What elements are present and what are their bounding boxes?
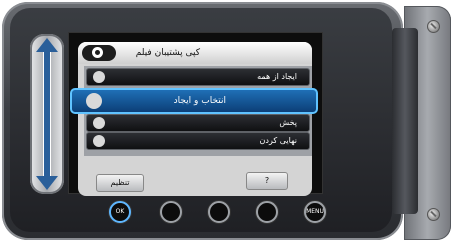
menu-item-finalize[interactable]: نهایی کردن — [86, 132, 310, 150]
menu-item-select-and-create[interactable]: انتخاب و ایجاد — [70, 88, 318, 114]
menu-button[interactable]: MENU — [304, 201, 326, 223]
menu-item-label: پخش — [279, 118, 297, 127]
finalize-icon — [93, 135, 105, 147]
screw-icon — [427, 20, 440, 33]
lcd-hinge — [392, 28, 418, 214]
playback-icon — [93, 117, 105, 129]
disc-hole — [95, 50, 100, 55]
menu-item-create-all[interactable]: ایجاد از همه — [86, 68, 310, 86]
menu-item-label: انتخاب و ایجاد — [173, 96, 226, 106]
operation-button-4[interactable] — [256, 201, 278, 223]
menu-item-label: ایجاد از همه — [257, 72, 297, 81]
menu-item-playback[interactable]: پخش — [86, 114, 310, 132]
menu-item-label: نهایی کردن — [259, 136, 297, 145]
create-all-icon — [93, 71, 105, 83]
help-button[interactable]: ? — [246, 172, 288, 190]
select-create-icon — [86, 93, 102, 109]
slider-down-arrow-icon[interactable] — [36, 176, 58, 190]
screw-icon — [427, 208, 440, 221]
ok-button[interactable]: OK — [109, 201, 131, 223]
slider-up-arrow-icon[interactable] — [36, 38, 58, 52]
settings-button[interactable]: تنظیم — [96, 174, 144, 192]
operation-button-2[interactable] — [160, 201, 182, 223]
slider-rail — [44, 50, 50, 178]
operation-button-3[interactable] — [208, 201, 230, 223]
menu-title: کپی پشتیبان فیلم — [135, 48, 200, 58]
